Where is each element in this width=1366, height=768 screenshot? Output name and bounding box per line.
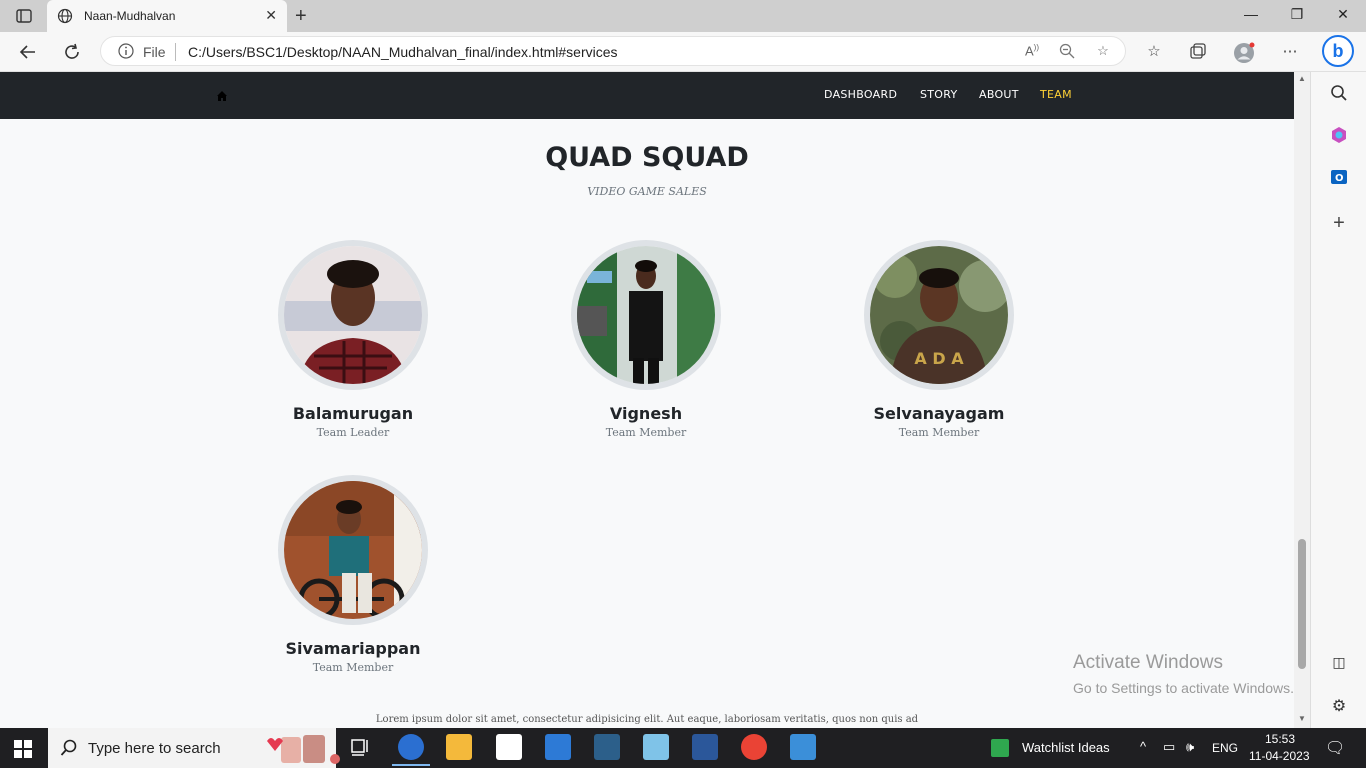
store-icon[interactable]: [496, 734, 522, 760]
sidebar-toggle-icon[interactable]: ◫: [1329, 654, 1349, 674]
add-sidebar-app-icon[interactable]: +: [1329, 212, 1349, 234]
member-role: Team Leader: [316, 426, 390, 439]
add-favorite-icon[interactable]: ☆: [1094, 43, 1112, 61]
windows-taskbar: Type here to search Watchlist Ideas ^ ▭ …: [0, 728, 1366, 768]
team-member-card: Balamurugan Team Leader: [253, 240, 453, 439]
read-aloud-icon[interactable]: A)): [1023, 43, 1041, 61]
outlook-icon[interactable]: O: [1329, 168, 1349, 188]
photos-icon[interactable]: [790, 734, 816, 760]
edge-sidebar: O + ◫ ⚙: [1310, 72, 1366, 728]
chevron-up-icon[interactable]: ^: [1140, 739, 1146, 754]
task-view-icon[interactable]: [349, 736, 375, 762]
member-name: Sivamariappan: [285, 639, 421, 658]
nav-link-about[interactable]: ABOUT: [979, 88, 1019, 101]
close-window-icon[interactable]: ✕: [1333, 6, 1353, 23]
member-photo: [278, 475, 428, 625]
member-role: Team Member: [898, 426, 980, 439]
member-photo: [571, 240, 721, 390]
member-role: Team Member: [312, 661, 394, 674]
windows-start-icon[interactable]: [14, 740, 32, 763]
address-url[interactable]: C:/Users/BSC1/Desktop/NAAN_Mudhalvan_fin…: [188, 44, 618, 60]
clock-date[interactable]: 11-04-2023: [1249, 749, 1310, 763]
search-icon: [60, 739, 78, 762]
member-role: Team Member: [605, 426, 687, 439]
zoom-out-icon[interactable]: [1058, 43, 1076, 61]
back-icon[interactable]: [17, 41, 39, 63]
globe-icon: [57, 8, 73, 24]
nav-link-dashboard[interactable]: DASHBOARD: [824, 88, 897, 101]
search-placeholder: Type here to search: [88, 740, 221, 757]
chrome-icon[interactable]: [741, 734, 767, 760]
member-photo: [278, 240, 428, 390]
file-explorer-icon[interactable]: [446, 734, 472, 760]
scrollbar-thumb[interactable]: [1298, 539, 1306, 669]
restore-icon[interactable]: ❐: [1287, 6, 1307, 23]
tab-title: Naan-Mudhalvan: [84, 9, 176, 23]
svg-text:O: O: [1335, 173, 1344, 184]
site-navbar: DASHBOARD STORY ABOUT TEAM: [0, 72, 1294, 119]
member-name: Balamurugan: [292, 404, 414, 423]
settings-gear-icon[interactable]: ⚙: [1329, 696, 1349, 716]
watchlist-icon[interactable]: [991, 739, 1009, 757]
taskbar-search-box[interactable]: Type here to search: [48, 728, 340, 768]
refresh-icon[interactable]: [61, 41, 83, 63]
member-photo: A D A: [864, 240, 1014, 390]
tab-actions-icon[interactable]: [10, 7, 38, 25]
clock-time[interactable]: 15:53: [1265, 732, 1295, 746]
volume-icon[interactable]: 🕪: [1186, 739, 1194, 755]
profile-avatar-icon[interactable]: [1233, 42, 1255, 64]
mail-icon[interactable]: [545, 734, 571, 760]
address-bar[interactable]: File C:/Users/BSC1/Desktop/NAAN_Mudhalva…: [100, 36, 1126, 66]
home-icon[interactable]: [216, 89, 228, 107]
office-icon[interactable]: [1329, 126, 1349, 146]
activate-windows-watermark: Activate Windows Go to Settings to activ…: [1073, 652, 1294, 696]
address-divider: [175, 43, 176, 61]
app-icon-5[interactable]: [594, 734, 620, 760]
team-member-card: Sivamariappan Team Member: [253, 475, 453, 674]
close-tab-icon[interactable]: ✕: [265, 7, 277, 24]
search-highlight-icon: [263, 731, 355, 768]
team-member-card: Vignesh Team Member: [546, 240, 746, 439]
member-name: Selvanayagam: [873, 404, 1005, 423]
word-icon[interactable]: [692, 734, 718, 760]
footer-text: Lorem ipsum dolor sit amet, consectetur …: [375, 714, 919, 725]
watchlist-label[interactable]: Watchlist Ideas: [1022, 740, 1110, 755]
team-member-card: A D A Selvanayagam Team Member: [839, 240, 1039, 439]
section-subheading: VIDEO GAME SALES: [587, 185, 707, 198]
address-scheme: File: [143, 44, 166, 60]
watermark-title: Activate Windows: [1073, 652, 1223, 673]
more-menu-icon[interactable]: ⋯: [1279, 42, 1301, 64]
app-icon-6[interactable]: [643, 734, 669, 760]
nav-link-story[interactable]: STORY: [920, 88, 958, 101]
scroll-up-icon[interactable]: ▲: [1298, 74, 1306, 83]
browser-tab[interactable]: Naan-Mudhalvan ✕: [47, 0, 287, 32]
member-name: Vignesh: [609, 404, 683, 423]
scroll-down-icon[interactable]: ▼: [1298, 714, 1306, 723]
info-icon[interactable]: [118, 43, 134, 64]
new-tab-icon[interactable]: +: [295, 5, 307, 28]
section-heading: QUAD SQUAD: [545, 142, 749, 173]
favorites-icon[interactable]: ☆: [1143, 42, 1165, 64]
browser-toolbar: File C:/Users/BSC1/Desktop/NAAN_Mudhalva…: [0, 32, 1366, 72]
language-indicator[interactable]: ENG: [1212, 741, 1238, 755]
svg-text:A D A: A D A: [914, 349, 964, 368]
bing-copilot-icon[interactable]: b: [1322, 35, 1354, 67]
collections-icon[interactable]: [1187, 42, 1209, 64]
watermark-subtitle: Go to Settings to activate Windows.: [1073, 680, 1294, 696]
search-icon[interactable]: [1329, 84, 1349, 104]
nav-link-team[interactable]: TEAM: [1040, 88, 1072, 101]
browser-tab-strip: Naan-Mudhalvan ✕ + — ❐ ✕: [0, 0, 1366, 32]
network-icon[interactable]: ▭: [1163, 739, 1175, 755]
page-scrollbar[interactable]: ▲ ▼: [1294, 72, 1310, 728]
page-viewport: DASHBOARD STORY ABOUT TEAM QUAD SQUAD VI…: [0, 72, 1294, 728]
minimize-icon[interactable]: —: [1241, 6, 1261, 22]
notification-icon[interactable]: 🗨: [1325, 738, 1345, 758]
edge-app-icon[interactable]: [392, 734, 430, 766]
